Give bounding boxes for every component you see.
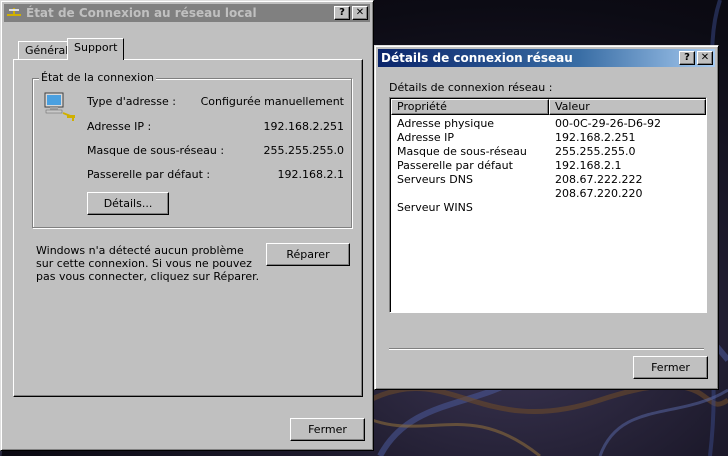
repair-button-label: Réparer xyxy=(286,248,330,261)
repair-button[interactable]: Réparer xyxy=(266,243,350,266)
subnet-mask-value: 255.255.255.0 xyxy=(263,144,344,157)
row-property: Serveurs DNS xyxy=(397,173,473,186)
row-property: Serveur WINS xyxy=(397,201,473,214)
window-title: État de Connexion au réseau local xyxy=(26,6,257,20)
details-help-button[interactable]: ? xyxy=(679,51,695,65)
table-row[interactable]: Serveurs DNS 208.67.222.222 xyxy=(390,173,706,187)
default-gateway-value: 192.168.2.1 xyxy=(277,168,344,181)
table-row[interactable]: Serveur WINS xyxy=(390,201,706,215)
address-type-label: Type d'adresse : xyxy=(87,95,176,108)
tab-support[interactable]: Support xyxy=(67,38,125,60)
window-titlebar[interactable]: État de Connexion au réseau local ? ✕ xyxy=(4,4,370,22)
details-button-label: Détails... xyxy=(103,197,153,210)
subnet-mask-label: Masque de sous-réseau : xyxy=(87,144,225,157)
ip-address-value: 192.168.2.251 xyxy=(263,120,344,133)
table-row[interactable]: 208.67.220.220 xyxy=(390,187,706,201)
connection-details-window: Détails de connexion réseau ? ✕ Détails … xyxy=(374,45,719,390)
row-property: Passerelle par défaut xyxy=(397,159,513,172)
details-list-label: Détails de connexion réseau : xyxy=(389,81,553,94)
connection-status-window: État de Connexion au réseau local ? ✕ Gé… xyxy=(0,0,374,451)
details-listview[interactable]: Propriété Valeur Adresse physique 00-0C-… xyxy=(389,97,707,313)
details-close-button-label: Fermer xyxy=(651,361,690,374)
close-window-button[interactable]: ✕ xyxy=(352,6,368,20)
row-value: 208.67.220.220 xyxy=(555,187,643,200)
details-close-window-button[interactable]: ✕ xyxy=(697,51,713,65)
column-header-value[interactable]: Valeur xyxy=(549,99,706,115)
help-button[interactable]: ? xyxy=(334,6,350,20)
tab-support-label: Support xyxy=(74,41,118,54)
ip-address-label: Adresse IP : xyxy=(87,120,152,133)
default-gateway-label: Passerelle par défaut : xyxy=(87,168,211,181)
column-header-property[interactable]: Propriété xyxy=(391,99,549,115)
status-message: Windows n'a détecté aucun problème sur c… xyxy=(36,244,260,283)
network-connection-icon xyxy=(7,8,21,16)
network-computer-icon xyxy=(44,92,75,121)
group-title: État de la connexion xyxy=(39,71,156,84)
row-property: Adresse IP xyxy=(397,131,454,144)
close-button[interactable]: Fermer xyxy=(290,418,365,441)
table-row[interactable]: Passerelle par défaut 192.168.2.1 xyxy=(390,159,706,173)
details-close-button[interactable]: Fermer xyxy=(633,356,708,379)
divider xyxy=(389,348,704,350)
tab-general-label: Général xyxy=(25,44,69,57)
address-type-value: Configurée manuellement xyxy=(200,95,344,108)
table-row[interactable]: Masque de sous-réseau 255.255.255.0 xyxy=(390,145,706,159)
table-row[interactable]: Adresse physique 00-0C-29-26-D6-92 xyxy=(390,117,706,131)
row-value: 192.168.2.1 xyxy=(555,159,622,172)
row-property: Masque de sous-réseau xyxy=(397,145,527,158)
row-property: Adresse physique xyxy=(397,117,495,130)
details-window-title: Détails de connexion réseau xyxy=(381,51,573,65)
row-value: 00-0C-29-26-D6-92 xyxy=(555,117,661,130)
details-window-titlebar[interactable]: Détails de connexion réseau ? ✕ xyxy=(378,49,715,67)
details-button[interactable]: Détails... xyxy=(87,192,169,215)
table-row[interactable]: Adresse IP 192.168.2.251 xyxy=(390,131,706,145)
row-value: 192.168.2.251 xyxy=(555,131,636,144)
row-value: 208.67.222.222 xyxy=(555,173,643,186)
row-value: 255.255.255.0 xyxy=(555,145,636,158)
close-button-label: Fermer xyxy=(308,423,347,436)
